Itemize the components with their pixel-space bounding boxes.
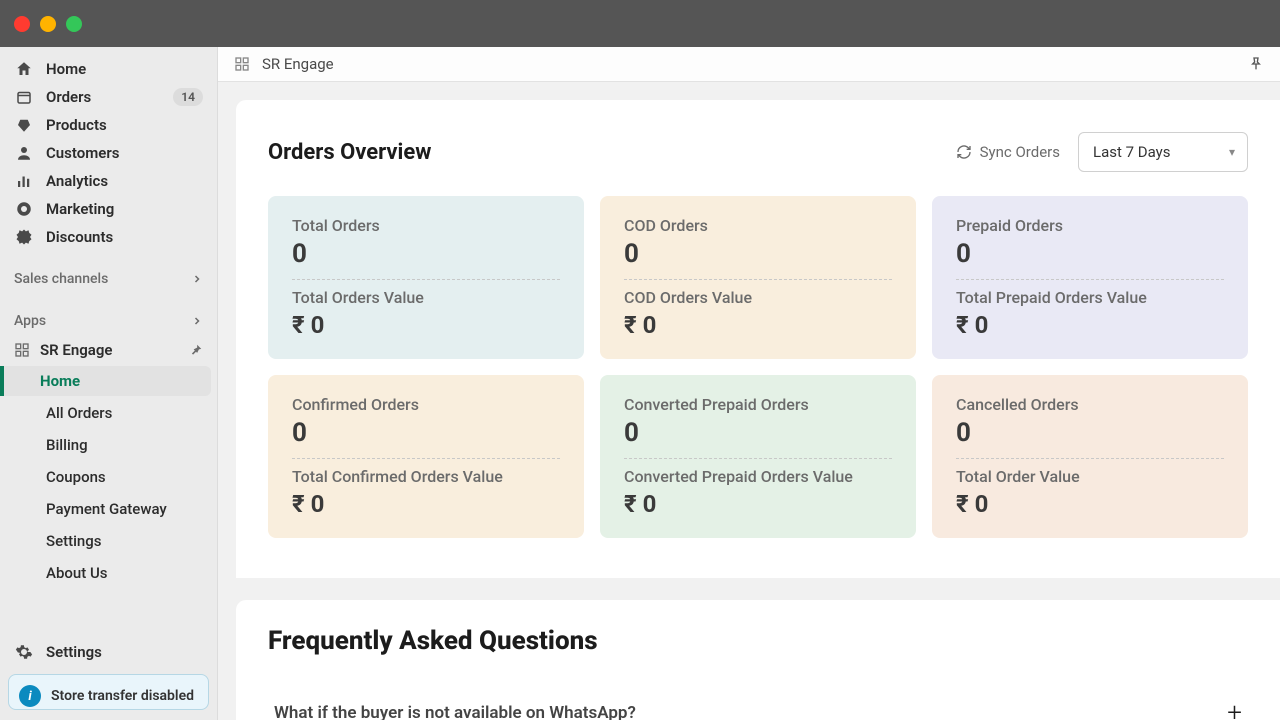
nav-label: Analytics bbox=[46, 172, 108, 190]
card-value: ₹ 0 bbox=[624, 311, 892, 339]
nav-label: Customers bbox=[46, 144, 119, 162]
app-sr-engage[interactable]: SR Engage bbox=[0, 335, 217, 365]
date-range-value: Last 7 Days bbox=[1093, 143, 1171, 161]
nav-products[interactable]: Products bbox=[0, 111, 217, 139]
card-value-label: Total Prepaid Orders Value bbox=[956, 288, 1224, 307]
panel-title: Orders Overview bbox=[268, 140, 431, 165]
subnav-all-orders[interactable]: All Orders bbox=[6, 398, 211, 428]
nav-customers[interactable]: Customers bbox=[0, 139, 217, 167]
subnav-coupons[interactable]: Coupons bbox=[6, 462, 211, 492]
window-close-button[interactable] bbox=[14, 16, 30, 32]
card-value: ₹ 0 bbox=[956, 490, 1224, 518]
card-value: ₹ 0 bbox=[292, 490, 560, 518]
apps-toggle[interactable]: Apps bbox=[0, 303, 217, 335]
card-confirmed-orders: Confirmed Orders 0 Total Confirmed Order… bbox=[268, 375, 584, 538]
chevron-right-icon bbox=[191, 315, 203, 327]
pin-icon[interactable] bbox=[189, 343, 203, 357]
window-titlebar bbox=[0, 0, 1280, 47]
card-cod-orders: COD Orders 0 COD Orders Value ₹ 0 bbox=[600, 196, 916, 359]
card-count: 0 bbox=[956, 239, 1224, 269]
store-transfer-notice[interactable]: i Store transfer disabled bbox=[8, 674, 209, 710]
card-count: 0 bbox=[624, 239, 892, 269]
orders-icon bbox=[14, 88, 34, 106]
subnav-home[interactable]: Home bbox=[0, 366, 211, 396]
nav-label: Products bbox=[46, 116, 107, 134]
card-value: ₹ 0 bbox=[292, 311, 560, 339]
faq-panel: Frequently Asked Questions What if the b… bbox=[236, 600, 1280, 720]
marketing-icon bbox=[14, 200, 34, 218]
card-label: Total Orders bbox=[292, 216, 560, 235]
card-label: Confirmed Orders bbox=[292, 395, 560, 414]
gear-icon bbox=[14, 643, 34, 661]
card-count: 0 bbox=[624, 418, 892, 448]
card-value-label: Converted Prepaid Orders Value bbox=[624, 467, 892, 486]
info-icon: i bbox=[19, 685, 41, 707]
refresh-icon bbox=[956, 144, 972, 160]
card-value-label: Total Orders Value bbox=[292, 288, 560, 307]
sidebar: Home Orders 14 Products Customers bbox=[0, 47, 218, 720]
sync-orders-button[interactable]: Sync Orders bbox=[956, 143, 1060, 161]
card-label: COD Orders bbox=[624, 216, 892, 235]
main-area: SR Engage Orders Overview Sync Orders bbox=[218, 47, 1280, 720]
card-cancelled-orders: Cancelled Orders 0 Total Order Value ₹ 0 bbox=[932, 375, 1248, 538]
card-label: Cancelled Orders bbox=[956, 395, 1224, 414]
app-grid-icon bbox=[234, 56, 250, 72]
subnav-payment-gateway[interactable]: Payment Gateway bbox=[6, 494, 211, 524]
app-icon bbox=[14, 342, 30, 358]
faq-item[interactable]: What if the buyer is not available on Wh… bbox=[268, 684, 1248, 720]
card-value-label: COD Orders Value bbox=[624, 288, 892, 307]
window-minimize-button[interactable] bbox=[40, 16, 56, 32]
card-value-label: Total Order Value bbox=[956, 467, 1224, 486]
date-range-select[interactable]: Last 7 Days bbox=[1078, 132, 1248, 172]
nav-analytics[interactable]: Analytics bbox=[0, 167, 217, 195]
card-value: ₹ 0 bbox=[624, 490, 892, 518]
sync-label: Sync Orders bbox=[980, 143, 1060, 161]
app-name: SR Engage bbox=[40, 341, 112, 359]
topbar: SR Engage bbox=[218, 47, 1280, 82]
products-icon bbox=[14, 116, 34, 134]
faq-title: Frequently Asked Questions bbox=[268, 626, 1248, 656]
nav-label: Home bbox=[46, 60, 86, 78]
sales-channels-toggle[interactable]: Sales channels bbox=[0, 261, 217, 293]
section-label: Apps bbox=[14, 313, 46, 329]
topbar-title: SR Engage bbox=[262, 55, 334, 73]
window-maximize-button[interactable] bbox=[66, 16, 82, 32]
nav-marketing[interactable]: Marketing bbox=[0, 195, 217, 223]
nav-discounts[interactable]: Discounts bbox=[0, 223, 217, 251]
nav-label: Discounts bbox=[46, 228, 113, 246]
subnav-about-us[interactable]: About Us bbox=[6, 558, 211, 588]
nav-label: Orders bbox=[46, 88, 91, 106]
card-count: 0 bbox=[292, 239, 560, 269]
chevron-right-icon bbox=[191, 273, 203, 285]
subnav-billing[interactable]: Billing bbox=[6, 430, 211, 460]
faq-question: What if the buyer is not available on Wh… bbox=[274, 703, 636, 720]
orders-overview-panel: Orders Overview Sync Orders Last 7 Days bbox=[236, 100, 1280, 578]
card-label: Converted Prepaid Orders bbox=[624, 395, 892, 414]
nav-settings-bottom[interactable]: Settings bbox=[0, 638, 217, 666]
home-icon bbox=[14, 60, 34, 78]
card-count: 0 bbox=[956, 418, 1224, 448]
card-label: Prepaid Orders bbox=[956, 216, 1224, 235]
nav-orders[interactable]: Orders 14 bbox=[0, 83, 217, 111]
subnav-settings[interactable]: Settings bbox=[6, 526, 211, 556]
card-prepaid-orders: Prepaid Orders 0 Total Prepaid Orders Va… bbox=[932, 196, 1248, 359]
section-label: Sales channels bbox=[14, 271, 108, 287]
card-value: ₹ 0 bbox=[956, 311, 1224, 339]
nav-label: Marketing bbox=[46, 200, 114, 218]
notice-text: Store transfer disabled bbox=[51, 688, 194, 704]
pin-icon[interactable] bbox=[1248, 56, 1264, 72]
nav-home[interactable]: Home bbox=[0, 55, 217, 83]
orders-badge: 14 bbox=[173, 88, 203, 106]
nav-label: Settings bbox=[46, 643, 102, 661]
card-value-label: Total Confirmed Orders Value bbox=[292, 467, 560, 486]
discounts-icon bbox=[14, 228, 34, 246]
analytics-icon bbox=[14, 172, 34, 190]
expand-icon: + bbox=[1227, 698, 1242, 720]
card-converted-prepaid-orders: Converted Prepaid Orders 0 Converted Pre… bbox=[600, 375, 916, 538]
card-count: 0 bbox=[292, 418, 560, 448]
card-total-orders: Total Orders 0 Total Orders Value ₹ 0 bbox=[268, 196, 584, 359]
customers-icon bbox=[14, 144, 34, 162]
